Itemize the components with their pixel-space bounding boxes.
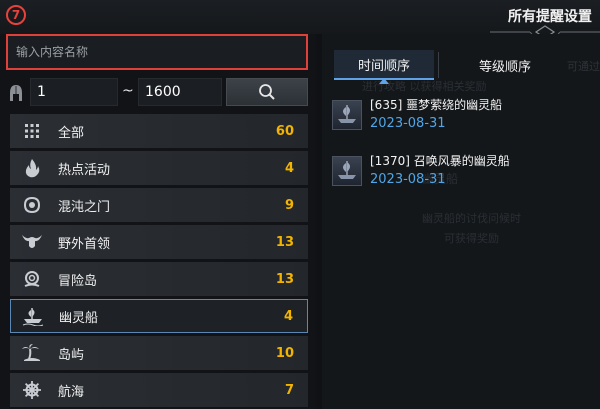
level-min-input[interactable] [30,78,118,106]
category-count: 9 [284,197,294,213]
search-icon [259,84,275,100]
category-list: 全部 60 热点活动 4 混沌之门 9 野外首领 13 冒险岛 13 幽灵船 4… [10,114,308,409]
category-label: 热点活动 [58,162,111,178]
background-text: 幽灵船的讨伐问候时 [422,212,521,225]
record-date: 2023-08-31 [370,116,446,131]
search-input[interactable] [16,45,298,59]
record-list: [635] 噩梦萦绕的幽灵船 2023-08-31 [1370] 召唤风暴的幽灵… [332,96,594,208]
category-count: 60 [275,123,294,139]
page-title: 所有提醒设置 [508,9,592,25]
category-item-chaos-gate[interactable]: 混沌之门 9 [10,188,308,222]
search-button[interactable] [226,78,308,106]
ship-wheel-icon [18,376,46,404]
spiral-island-icon [18,265,46,293]
category-item-ghost-ship[interactable]: 幽灵船 4 [10,299,308,333]
category-item-islands[interactable]: 岛屿 10 [10,336,308,370]
category-count: 13 [275,234,294,250]
record-item[interactable]: [635] 噩梦萦绕的幽灵船 2023-08-31 [332,96,594,138]
ghost-ship-thumbnail [332,156,362,186]
category-label: 航海 [58,384,85,400]
category-label: 野外首领 [58,236,111,252]
background-text: 可通过 [567,60,600,73]
category-item-voyage[interactable]: 航海 7 [10,373,308,407]
caret-up-icon [379,78,389,84]
flame-icon [18,154,46,182]
category-item-hot-events[interactable]: 热点活动 4 [10,151,308,185]
ghost-ship-icon [19,302,47,330]
category-label: 幽灵船 [59,310,99,326]
search-box [6,34,308,70]
background-text: 可获得奖励 [444,232,499,245]
level-max-input[interactable] [138,78,222,106]
right-panel: 进行攻略 以获得相关奖励 幽灵船 幽灵船的讨伐问候时 可获得奖励 时间顺序 等级… [322,34,600,409]
tab-time-order[interactable]: 时间顺序 [334,50,434,84]
tab-divider [438,52,439,78]
ghost-ship-thumbnail [332,100,362,130]
left-panel: ~ 全部 60 [0,34,316,409]
category-label: 混沌之门 [58,199,111,215]
category-item-field-boss[interactable]: 野外首领 13 [10,225,308,259]
category-label: 冒险岛 [58,273,98,289]
record-date: 2023-08-31 [370,172,446,187]
palm-island-icon [18,339,46,367]
sort-tabs: 时间顺序 等级顺序 可通过 [334,50,600,84]
category-count: 4 [284,160,294,176]
grid-icon [18,117,46,145]
level-range-row: ~ [0,78,316,108]
tab-level-order[interactable]: 等级顺序 [455,50,555,80]
range-separator: ~ [122,83,134,99]
category-count: 13 [275,271,294,287]
step-badge: 7 [6,5,26,25]
category-item-adventure-island[interactable]: 冒险岛 13 [10,262,308,296]
category-item-all[interactable]: 全部 60 [10,114,308,148]
tab-label: 等级顺序 [478,59,531,75]
helmet-icon [10,85,22,101]
record-item[interactable]: [1370] 召唤风暴的幽灵船 2023-08-31 [332,152,594,194]
record-title: [1370] 召唤风暴的幽灵船 [370,154,510,168]
vortex-icon [18,191,46,219]
tab-label: 时间顺序 [357,58,410,74]
category-count: 7 [284,382,294,398]
category-label: 全部 [58,125,85,141]
category-label: 岛屿 [58,347,85,363]
horned-skull-icon [18,228,46,256]
category-count: 10 [275,345,294,361]
category-count: 4 [283,308,293,324]
top-bar: 7 所有提醒设置 [0,0,600,43]
record-title: [635] 噩梦萦绕的幽灵船 [370,98,503,112]
